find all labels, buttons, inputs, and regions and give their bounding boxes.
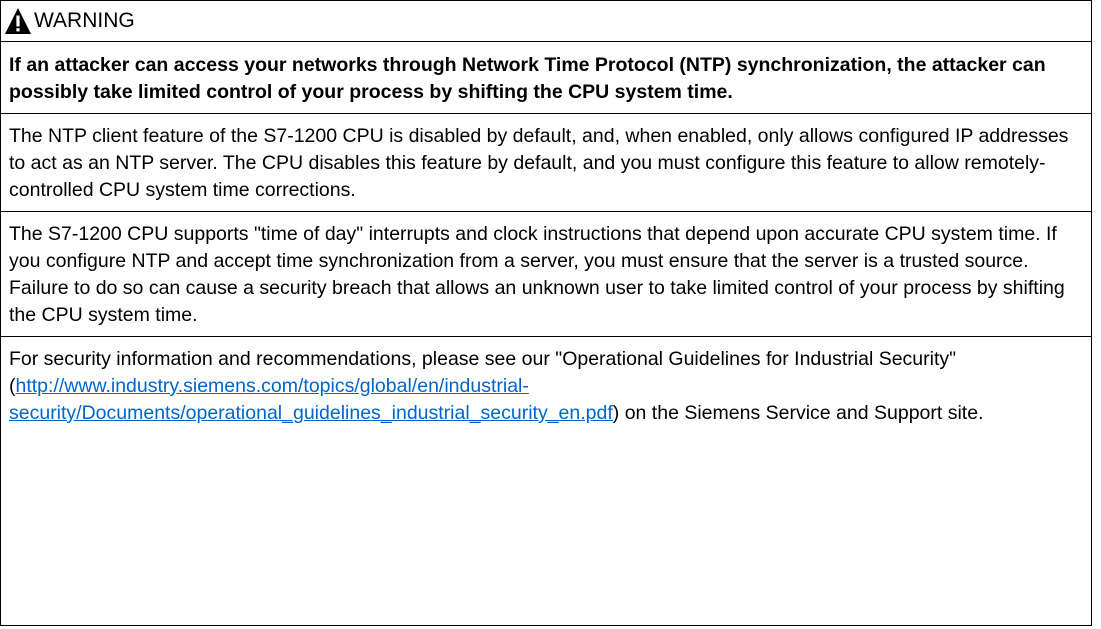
- ntp-client-paragraph: The NTP client feature of the S7-1200 CP…: [9, 125, 1069, 201]
- security-guidelines-link[interactable]: http://www.industry.siemens.com/topics/g…: [9, 375, 613, 424]
- warning-box: WARNING If an attacker can access your n…: [0, 0, 1092, 626]
- time-of-day-paragraph: The S7-1200 CPU supports "time of day" i…: [9, 223, 1065, 326]
- security-info-paragraph: For security information and recommendat…: [9, 346, 1083, 427]
- warning-header: WARNING: [1, 1, 1091, 42]
- lead-paragraph: If an attacker can access your networks …: [9, 54, 1046, 103]
- divider: [1, 113, 1091, 114]
- divider: [1, 211, 1091, 212]
- warning-content: If an attacker can access your networks …: [1, 42, 1091, 427]
- divider: [1, 336, 1091, 337]
- warning-title: WARNING: [34, 9, 135, 32]
- warning-triangle-icon: [4, 7, 32, 35]
- security-info-text-after: ) on the Siemens Service and Support sit…: [612, 402, 984, 424]
